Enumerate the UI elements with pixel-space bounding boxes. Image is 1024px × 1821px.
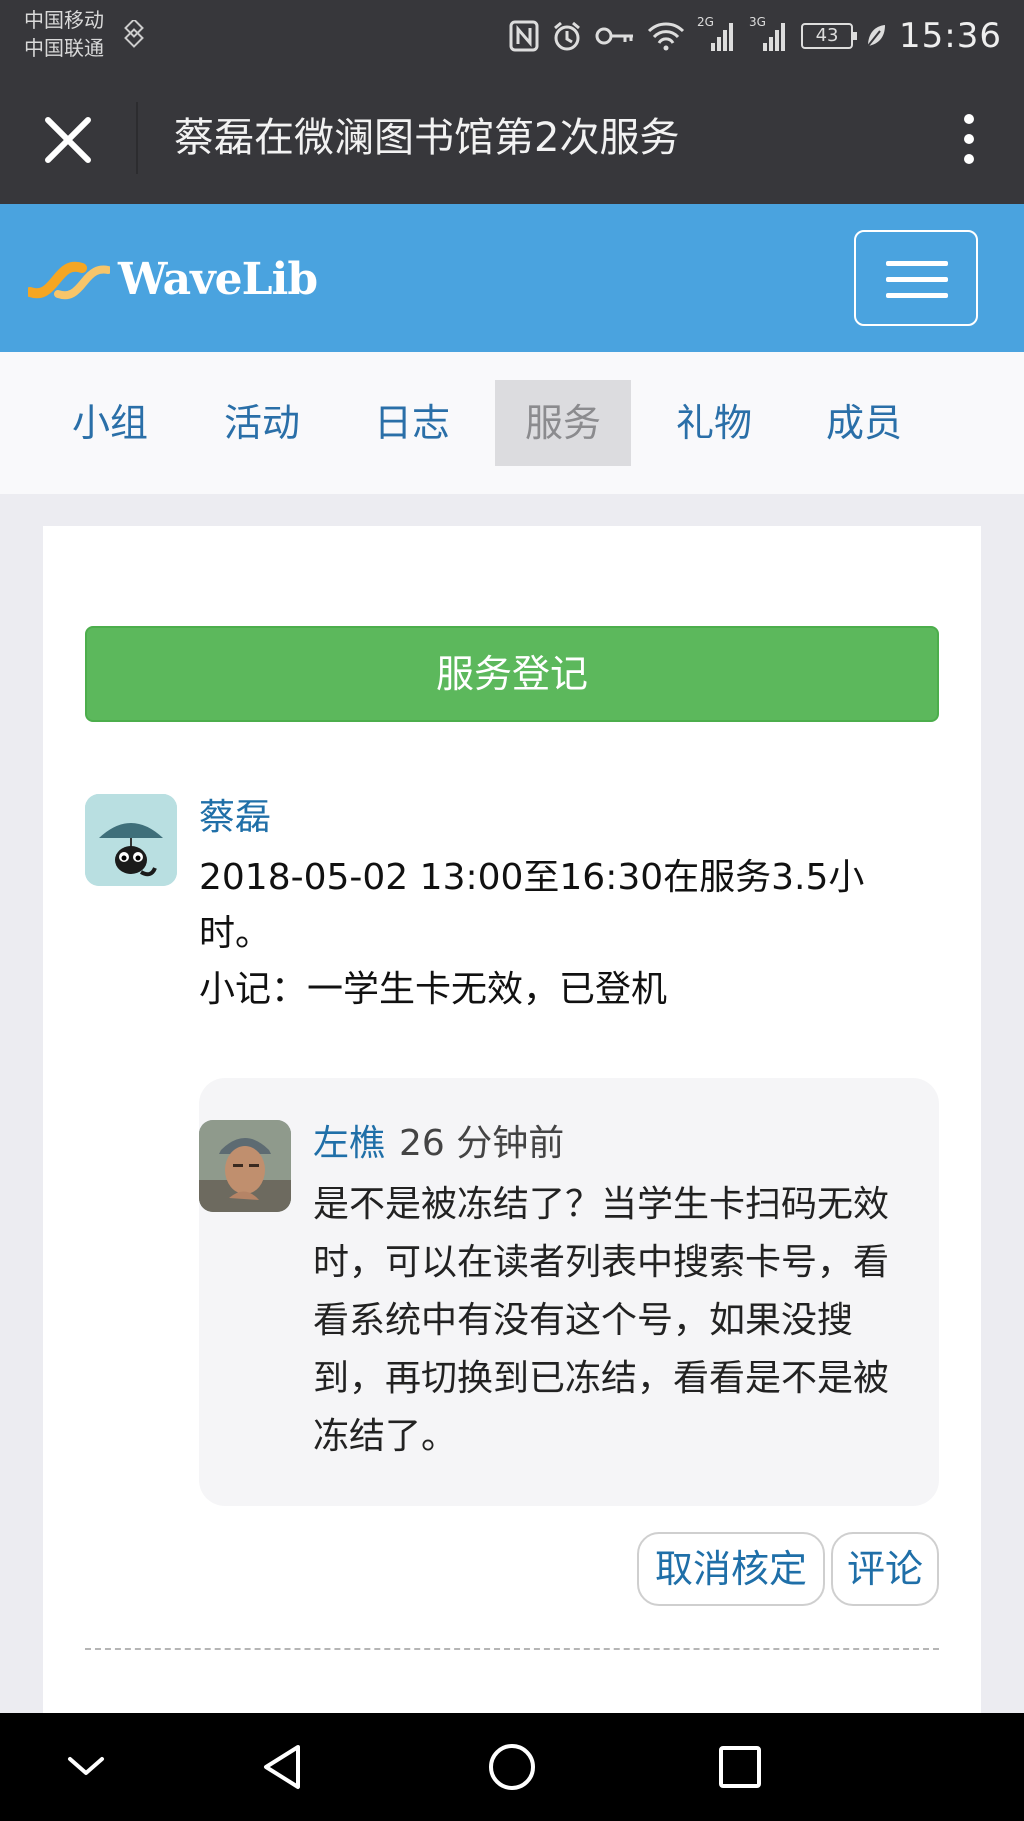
page-title: 蔡磊在微澜图书馆第2次服务 <box>174 115 680 161</box>
wave-logo-icon <box>28 261 110 299</box>
cancel-verify-button[interactable]: 取消核定 <box>637 1532 825 1606</box>
wifi-icon <box>647 22 685 51</box>
title-bar: 蔡磊在微澜图书馆第2次服务 <box>0 72 1024 204</box>
tab-logs[interactable]: 日志 <box>344 380 480 466</box>
comment: 左樵 26 分钟前 是不是被冻结了？当学生卡扫码无效时，可以在读者列表中搜索卡号，… <box>199 1078 939 1506</box>
home-icon[interactable] <box>482 1737 542 1797</box>
carrier-info: 中国移动 中国联通 <box>24 6 104 62</box>
status-icons: 2G 3G 43 15:36 <box>509 10 1002 62</box>
back-icon[interactable] <box>254 1737 314 1797</box>
section-tabs: 小组 活动 日志 服务 礼物 成员 <box>0 352 1024 494</box>
wavelib-logo[interactable]: WaveLib <box>28 254 318 305</box>
comment-text: 是不是被冻结了？当学生卡扫码无效时，可以在读者列表中搜索卡号，看看系统中有没有这… <box>313 1184 890 1457</box>
post-service-summary: 2018-05-02 13:00至16:30在服务3.5小时。 <box>199 857 865 954</box>
avatar-photo-icon <box>199 1120 291 1212</box>
status-bar: 中国移动 中国联通 2G 3G 43 15:36 <box>0 0 1024 72</box>
tab-gifts[interactable]: 礼物 <box>646 380 782 466</box>
recents-icon[interactable] <box>710 1737 770 1797</box>
carrier-1: 中国移动 <box>24 8 104 32</box>
post-note: 小记：一学生卡无效，已登机 <box>199 969 668 1010</box>
avatar[interactable] <box>199 1120 291 1212</box>
hamburger-menu-button[interactable] <box>854 230 978 326</box>
tab-members[interactable]: 成员 <box>796 380 932 466</box>
comment-time: 26 分钟前 <box>399 1123 565 1164</box>
tab-activities[interactable]: 活动 <box>194 380 330 466</box>
signal-2g-icon: 2G <box>697 15 737 53</box>
avatar-cat-icon <box>85 794 177 886</box>
site-header: WaveLib <box>0 204 1024 352</box>
avatar[interactable] <box>85 794 177 886</box>
more-options-icon[interactable] <box>954 108 984 172</box>
tab-groups[interactable]: 小组 <box>42 380 178 466</box>
tab-services[interactable]: 服务 <box>495 380 631 466</box>
title-divider <box>136 102 138 174</box>
close-icon[interactable] <box>40 112 96 168</box>
key-icon <box>595 27 634 45</box>
battery-indicator: 43 <box>801 23 858 49</box>
divider <box>85 1648 939 1650</box>
carrier-2: 中国联通 <box>24 36 104 60</box>
clock: 15:36 <box>899 16 1002 56</box>
network-2g-label: 2G <box>697 15 714 29</box>
comment-button[interactable]: 评论 <box>831 1532 939 1606</box>
signal-3g-icon: 3G <box>749 15 789 53</box>
dual-sim-icon <box>124 20 144 48</box>
network-3g-label: 3G <box>749 15 766 29</box>
logo-text: WaveLib <box>118 254 318 305</box>
post-body: 2018-05-02 13:00至16:30在服务3.5小时。 小记：一学生卡无… <box>199 850 899 1018</box>
post-author[interactable]: 蔡磊 <box>199 794 271 842</box>
comment-header: 左樵 26 分钟前 <box>313 1118 564 1170</box>
chevron-down-icon[interactable] <box>56 1737 116 1797</box>
comment-author[interactable]: 左樵 <box>313 1123 385 1164</box>
alarm-icon <box>554 21 580 51</box>
service-register-button[interactable]: 服务登记 <box>85 626 939 722</box>
system-nav-bar <box>0 1713 1024 1821</box>
service-card: 服务登记 蔡磊 2018-05-02 13:00至16:30在服务3.5小时。 … <box>43 526 981 1716</box>
nfc-icon <box>509 20 539 52</box>
leaf-icon <box>867 25 886 47</box>
